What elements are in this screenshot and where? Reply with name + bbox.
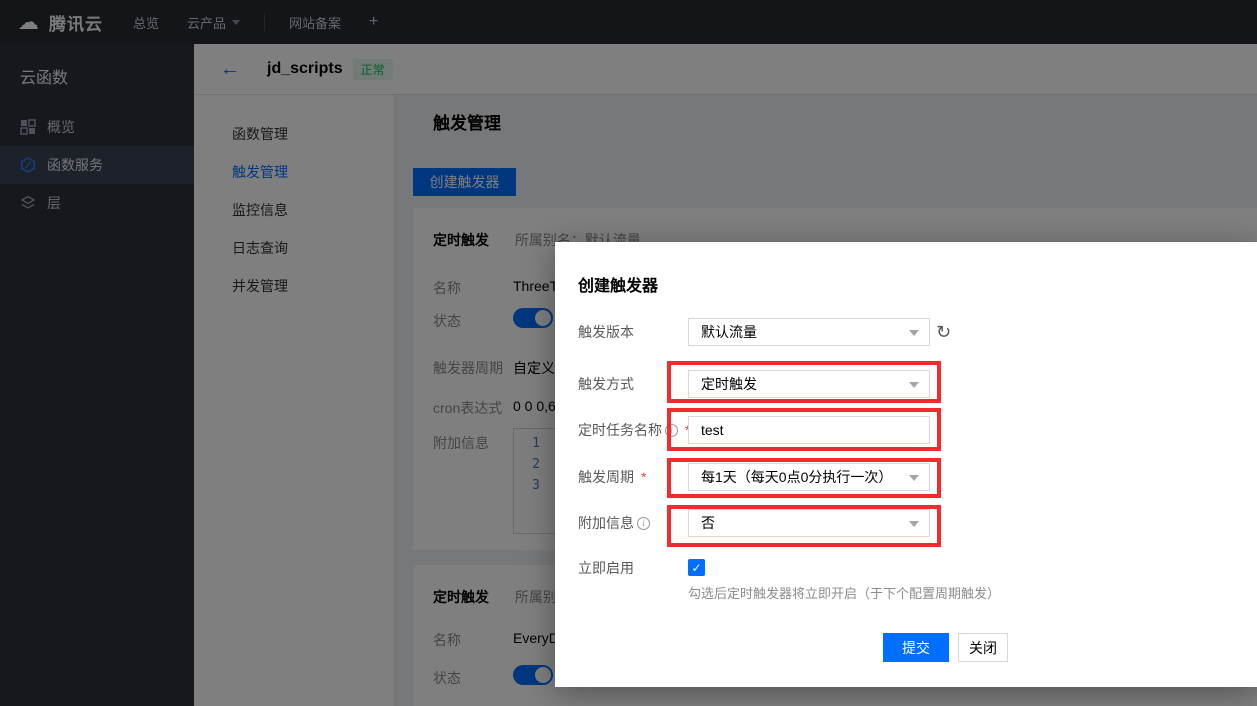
chevron-down-icon <box>909 330 919 336</box>
trigger-type-select[interactable]: 定时触发 <box>688 370 930 398</box>
enable-now-hint: 勾选后定时触发器将立即开启（于下个配置周期触发） <box>688 583 1000 602</box>
tencent-cloud-console: ☁ 腾讯云 总览 云产品 网站备案 + 云函数 概览 函数服务 <box>0 0 1257 706</box>
task-name-label-text: 定时任务名称 <box>578 420 662 440</box>
create-trigger-modal: 创建触发器 触发版本 默认流量 ↻ 触发方式 定时触发 定时任务名称 i * 触… <box>555 242 1257 687</box>
enable-now-label: 立即启用 <box>578 554 634 582</box>
trigger-cycle-label-text: 触发周期 <box>578 467 634 487</box>
extra-info-select[interactable]: 否 <box>688 509 930 537</box>
task-name-label: 定时任务名称 i * <box>578 416 690 444</box>
chevron-down-icon <box>909 521 919 527</box>
close-button[interactable]: 关闭 <box>958 633 1008 662</box>
trigger-cycle-label: 触发周期 * <box>578 463 646 491</box>
version-label: 触发版本 <box>578 318 634 346</box>
info-icon[interactable]: i <box>665 424 678 437</box>
trigger-cycle-select[interactable]: 每1天（每天0点0分执行一次） <box>688 463 930 491</box>
trigger-cycle-select-value: 每1天（每天0点0分执行一次） <box>701 467 892 487</box>
trigger-type-select-value: 定时触发 <box>701 374 757 394</box>
info-icon[interactable]: i <box>637 517 650 530</box>
trigger-type-label: 触发方式 <box>578 370 634 398</box>
chevron-down-icon <box>909 475 919 481</box>
check-icon: ✓ <box>691 561 701 575</box>
refresh-icon[interactable]: ↻ <box>936 318 951 346</box>
extra-info-label-text: 附加信息 <box>578 513 634 533</box>
required-asterisk: * <box>641 469 646 485</box>
extra-info-select-value: 否 <box>701 513 715 533</box>
task-name-input[interactable] <box>688 416 930 444</box>
extra-info-label: 附加信息 i <box>578 509 650 537</box>
enable-now-checkbox[interactable]: ✓ <box>688 559 705 576</box>
version-select-value: 默认流量 <box>701 322 757 342</box>
version-select[interactable]: 默认流量 <box>688 318 930 346</box>
submit-button[interactable]: 提交 <box>883 633 949 662</box>
modal-title: 创建触发器 <box>578 272 658 296</box>
chevron-down-icon <box>909 382 919 388</box>
